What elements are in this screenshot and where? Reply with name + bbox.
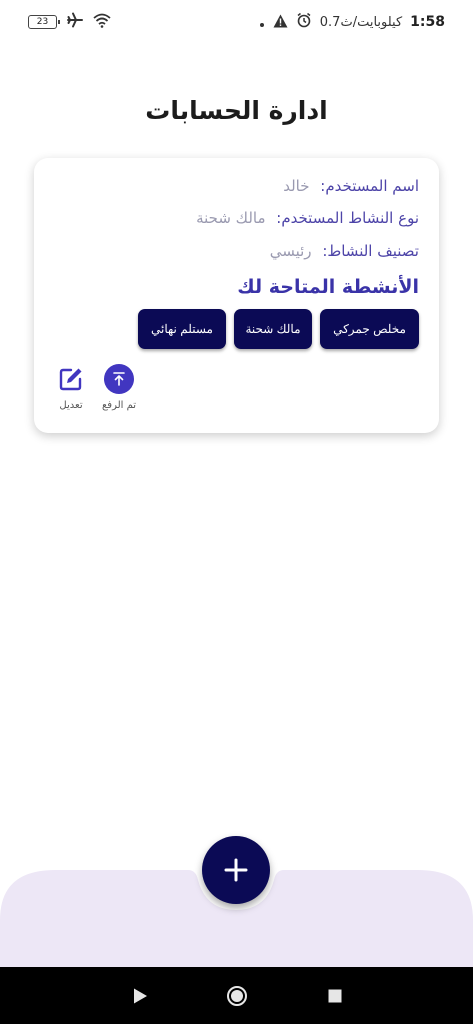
page-title: ادارة الحسابات: [145, 96, 328, 125]
status-right: 1:58 0.7كيلوبايت/ث: [259, 12, 445, 32]
airplane-icon: [67, 12, 83, 32]
network-speed: 0.7كيلوبايت/ث: [319, 14, 403, 30]
battery-icon: 23: [28, 15, 60, 29]
battery-level: 23: [36, 17, 49, 27]
uploaded-label: تم الرفع: [101, 400, 137, 411]
system-navigation-bar: [0, 967, 473, 1024]
classification-value: رئيسي: [269, 242, 312, 260]
plus-icon: [224, 858, 248, 882]
upload-icon: [104, 364, 134, 394]
username-row: اسم المستخدم: خالد: [283, 177, 419, 195]
account-card: اسم المستخدم: خالد نوع النشاط المستخدم: …: [34, 158, 439, 433]
back-triangle-icon[interactable]: [129, 985, 151, 1007]
status-bar: 1:58 0.7كيلوبايت/ث 23: [0, 0, 473, 42]
wifi-icon: [93, 13, 111, 32]
edit-label: تعديل: [59, 400, 83, 411]
edit-button[interactable]: تعديل: [54, 364, 88, 411]
username-value: خالد: [283, 177, 310, 195]
available-activities-title: الأنشطة المتاحة لك: [237, 276, 419, 298]
card-actions: تعديل تم الرفع: [54, 364, 136, 411]
status-left: 23: [28, 12, 111, 32]
edit-icon: [56, 364, 86, 394]
username-label: اسم المستخدم:: [320, 177, 419, 195]
activity-chip-final-receiver[interactable]: مستلم نهائي: [138, 309, 226, 349]
activity-chip-customs-broker[interactable]: مخلص جمركي: [320, 309, 419, 349]
add-account-button[interactable]: [202, 836, 270, 904]
recents-square-icon[interactable]: [324, 985, 346, 1007]
alarm-icon: [296, 12, 312, 32]
dot-icon: [259, 13, 265, 32]
activity-chip-shipment-owner[interactable]: مالك شحنة: [234, 309, 312, 349]
warning-icon: [273, 13, 288, 32]
activity-type-label: نوع النشاط المستخدم:: [276, 209, 419, 227]
classification-label: تصنيف النشاط:: [322, 242, 419, 260]
activity-chips: مخلص جمركي مالك شحنة مستلم نهائي: [138, 309, 419, 349]
classification-row: تصنيف النشاط: رئيسي: [270, 242, 419, 260]
status-time: 1:58: [410, 14, 445, 30]
home-circle-icon[interactable]: [226, 985, 248, 1007]
upload-status-button[interactable]: تم الرفع: [102, 364, 136, 411]
activity-type-value: مالك شحنة: [196, 209, 266, 227]
activity-type-row: نوع النشاط المستخدم: مالك شحنة: [196, 209, 419, 227]
